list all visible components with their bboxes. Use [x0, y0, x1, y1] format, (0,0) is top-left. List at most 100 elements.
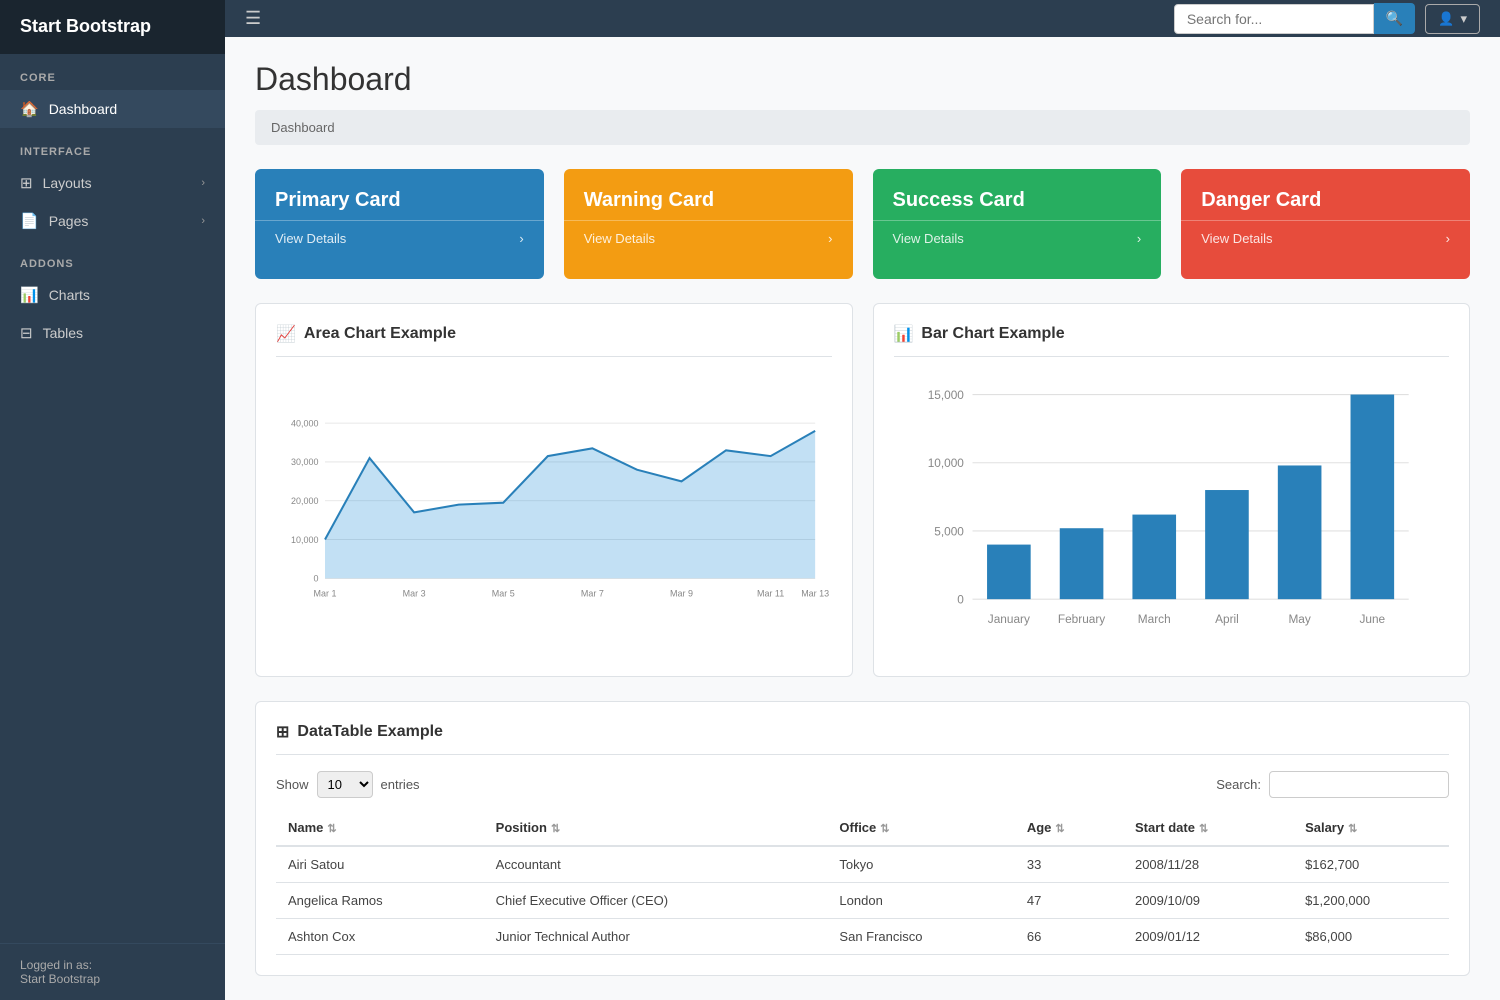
cell-start_date: 2009/10/09: [1123, 883, 1293, 919]
sidebar-item-label: Charts: [49, 287, 90, 303]
sidebar-item-label: Layouts: [43, 175, 92, 191]
card-title: Primary Card: [275, 189, 524, 212]
sort-icon: ⇅: [1055, 823, 1064, 835]
card-danger: Danger Card View Details ›: [1181, 169, 1470, 279]
sidebar-item-label: Dashboard: [49, 101, 118, 117]
svg-text:20,000: 20,000: [291, 496, 318, 506]
table-search-input[interactable]: [1269, 771, 1449, 798]
chevron-icon: ›: [201, 177, 205, 189]
card-success: Success Card View Details ›: [873, 169, 1162, 279]
col-header-salary[interactable]: Salary⇅: [1293, 810, 1449, 846]
area-chart-icon: 📈: [276, 324, 296, 344]
main-content: ☰ 🔍 👤 ▾ Dashboard Dashboard Primary Card…: [225, 0, 1500, 1000]
bar-chart-svg: 05,00010,00015,000JanuaryFebruaryMarchAp…: [894, 373, 1450, 653]
sidebar-section-label: INTERFACE: [0, 128, 225, 164]
area-chart-svg: 010,00020,00030,00040,000Mar 1Mar 3Mar 5…: [276, 373, 832, 653]
col-header-age[interactable]: Age⇅: [1015, 810, 1123, 846]
sidebar-item-charts[interactable]: 📊 Charts: [0, 276, 225, 314]
col-header-position[interactable]: Position⇅: [484, 810, 828, 846]
sidebar-footer-line1: Logged in as:: [20, 958, 205, 972]
sort-icon: ⇅: [551, 823, 560, 835]
svg-text:15,000: 15,000: [927, 388, 964, 402]
bar-chart-title: 📊 Bar Chart Example: [894, 324, 1450, 357]
svg-text:Mar 7: Mar 7: [581, 588, 604, 598]
datatable-icon: ⊞: [276, 722, 289, 742]
svg-text:January: January: [987, 612, 1029, 626]
svg-text:June: June: [1359, 612, 1385, 626]
card-warning: Warning Card View Details ›: [564, 169, 853, 279]
cell-name: Angelica Ramos: [276, 883, 484, 919]
cell-position: Junior Technical Author: [484, 919, 828, 955]
search-input[interactable]: [1174, 4, 1374, 34]
data-table: Name⇅Position⇅Office⇅Age⇅Start date⇅Sala…: [276, 810, 1449, 955]
svg-text:10,000: 10,000: [927, 456, 964, 470]
bar-chart-icon: 📊: [894, 324, 914, 344]
tables-icon: ⊟: [20, 324, 33, 342]
show-entries: Show 102550100 entries: [276, 771, 420, 798]
topnav-right: 🔍 👤 ▾: [1174, 3, 1480, 34]
table-body: Airi SatouAccountantTokyo332008/11/28$16…: [276, 846, 1449, 955]
cell-start_date: 2008/11/28: [1123, 846, 1293, 883]
sidebar-item-pages[interactable]: 📄 Pages ›: [0, 202, 225, 240]
card-title: Warning Card: [584, 189, 833, 212]
cell-age: 33: [1015, 846, 1123, 883]
svg-text:May: May: [1288, 612, 1310, 626]
search-box: 🔍: [1174, 3, 1415, 34]
cards-row: Primary Card View Details › Warning Card…: [255, 169, 1470, 279]
pages-icon: 📄: [20, 212, 39, 230]
svg-text:Mar 3: Mar 3: [403, 588, 426, 598]
cell-position: Accountant: [484, 846, 828, 883]
cell-age: 66: [1015, 919, 1123, 955]
cell-office: San Francisco: [827, 919, 1014, 955]
col-header-start_date[interactable]: Start date⇅: [1123, 810, 1293, 846]
card-view-details[interactable]: View Details ›: [1201, 221, 1450, 256]
table-row: Ashton CoxJunior Technical AuthorSan Fra…: [276, 919, 1449, 955]
sidebar-item-dashboard[interactable]: 🏠 Dashboard: [0, 90, 225, 128]
card-arrow-icon: ›: [828, 231, 832, 246]
cell-start_date: 2009/01/12: [1123, 919, 1293, 955]
cell-name: Ashton Cox: [276, 919, 484, 955]
bar-chart-card: 📊 Bar Chart Example 05,00010,00015,000Ja…: [873, 303, 1471, 677]
area-chart-title: 📈 Area Chart Example: [276, 324, 832, 357]
cell-position: Chief Executive Officer (CEO): [484, 883, 828, 919]
svg-text:March: March: [1137, 612, 1170, 626]
card-view-details[interactable]: View Details ›: [584, 221, 833, 256]
cell-salary: $1,200,000: [1293, 883, 1449, 919]
sidebar-section-label: CORE: [0, 54, 225, 90]
col-header-office[interactable]: Office⇅: [827, 810, 1014, 846]
dashboard-icon: 🏠: [20, 100, 39, 118]
svg-text:February: February: [1057, 612, 1104, 626]
card-view-details[interactable]: View Details ›: [275, 221, 524, 256]
cell-salary: $86,000: [1293, 919, 1449, 955]
sidebar-item-layouts[interactable]: ⊞ Layouts ›: [0, 164, 225, 202]
svg-text:April: April: [1215, 612, 1239, 626]
card-arrow-icon: ›: [1446, 231, 1450, 246]
cell-office: London: [827, 883, 1014, 919]
datatable-card: ⊞ DataTable Example Show 102550100 entri…: [255, 701, 1470, 976]
search-button[interactable]: 🔍: [1374, 3, 1415, 34]
user-menu-button[interactable]: 👤 ▾: [1425, 4, 1480, 34]
card-view-details[interactable]: View Details ›: [893, 221, 1142, 256]
sidebar-section-label: ADDONS: [0, 240, 225, 276]
svg-text:Mar 5: Mar 5: [492, 588, 515, 598]
card-title: Danger Card: [1201, 189, 1450, 212]
svg-text:Mar 11: Mar 11: [757, 588, 784, 598]
col-header-name[interactable]: Name⇅: [276, 810, 484, 846]
table-row: Airi SatouAccountantTokyo332008/11/28$16…: [276, 846, 1449, 883]
sidebar-footer: Logged in as: Start Bootstrap: [0, 943, 225, 1000]
table-search-control: Search:: [1216, 771, 1449, 798]
datatable-title: ⊞ DataTable Example: [276, 722, 1449, 755]
svg-text:Mar 1: Mar 1: [314, 588, 337, 598]
sidebar-toggle[interactable]: ☰: [245, 8, 261, 29]
datatable-controls: Show 102550100 entries Search:: [276, 771, 1449, 798]
sidebar-brand[interactable]: Start Bootstrap: [0, 0, 225, 54]
page-content: Dashboard Dashboard Primary Card View De…: [225, 37, 1500, 1000]
sidebar-item-tables[interactable]: ⊟ Tables: [0, 314, 225, 352]
entries-select[interactable]: 102550100: [317, 771, 373, 798]
cell-office: Tokyo: [827, 846, 1014, 883]
charts-icon: 📊: [20, 286, 39, 304]
svg-text:40,000: 40,000: [291, 418, 318, 428]
cell-salary: $162,700: [1293, 846, 1449, 883]
sidebar: Start Bootstrap CORE 🏠 Dashboard INTERFA…: [0, 0, 225, 1000]
chevron-icon: ›: [201, 215, 205, 227]
